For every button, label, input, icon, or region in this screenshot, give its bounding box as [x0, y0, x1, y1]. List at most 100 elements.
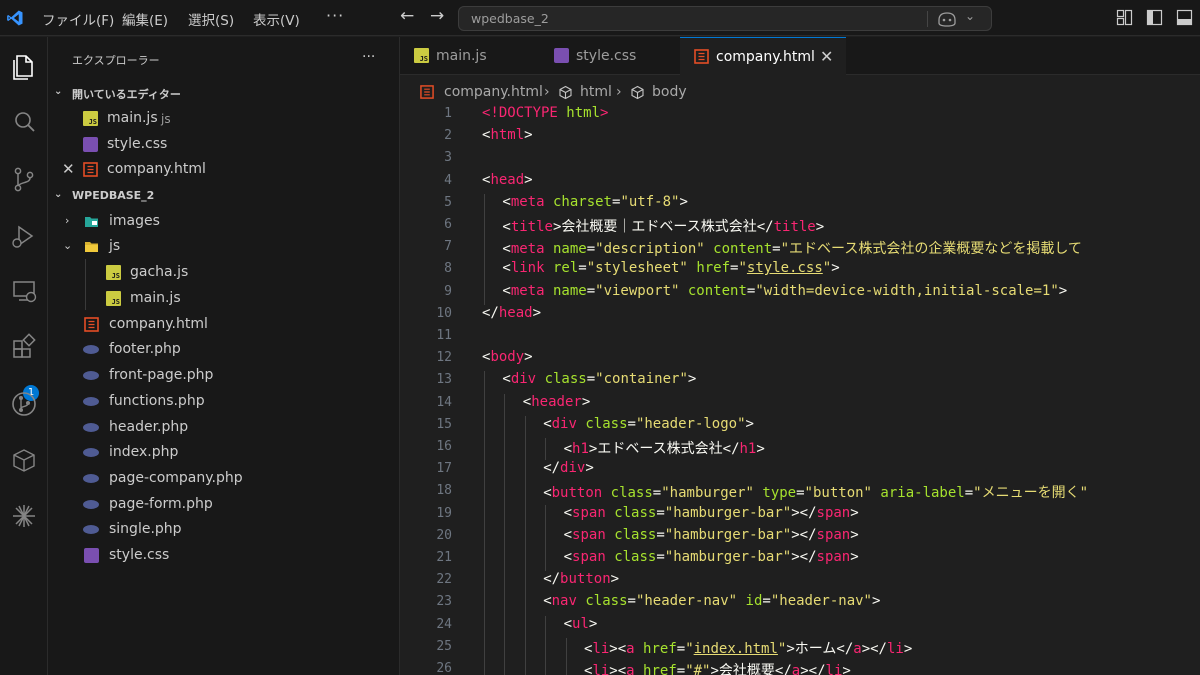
code-line[interactable]: <button class="hamburger" type="button" … [543, 482, 1088, 502]
remote-explorer-icon[interactable] [6, 273, 42, 309]
code-line[interactable]: <link rel="stylesheet" href="style.css"> [502, 260, 839, 276]
code-token: 会社概要｜エドベース株式会社 [561, 219, 757, 235]
open-editor-item[interactable]: style.css [48, 132, 400, 157]
tab-company-html[interactable]: company.html ✕ [680, 37, 846, 75]
code-line[interactable]: <span class="hamburger-bar"></span> [564, 549, 859, 565]
indent-guide [484, 482, 485, 505]
workspace-header[interactable]: ⌄ WPEDBASE_2 [48, 185, 400, 207]
code-line[interactable]: <span class="hamburger-bar"></span> [564, 527, 859, 543]
code-line[interactable]: <meta name="description" content="エドベース株… [502, 238, 1082, 258]
tree-file[interactable]: index.php [48, 440, 400, 465]
packages-icon[interactable] [6, 442, 42, 478]
line-number: 5 [444, 194, 452, 210]
tree-file[interactable]: functions.php [48, 389, 400, 414]
toggle-panel-icon[interactable] [1176, 9, 1193, 26]
code-line[interactable]: <meta name="viewport" content="width=dev… [502, 283, 1067, 299]
line-number: 23 [436, 594, 452, 610]
tree-file[interactable]: JS main.js [48, 286, 400, 311]
menu-edit[interactable]: 編集(E) [122, 9, 168, 29]
html-file-icon [84, 317, 99, 332]
code-line[interactable]: <body> [482, 349, 533, 365]
tree-folder[interactable]: › images [48, 209, 400, 234]
breadcrumb-html[interactable]: html [580, 84, 612, 100]
code-line[interactable]: <li><a href="index.html">ホーム</a></li> [584, 638, 912, 658]
copilot-icon[interactable] [937, 11, 957, 27]
code-token: > [585, 460, 594, 477]
code-line[interactable]: </div> [543, 460, 594, 476]
run-debug-icon[interactable] [6, 218, 42, 254]
code-token: > [600, 105, 609, 121]
code-line[interactable]: </head> [482, 305, 541, 321]
menu-file[interactable]: ファイル(F) [42, 9, 114, 29]
tree-file[interactable]: style.css [48, 543, 400, 568]
menu-more-button[interactable]: ··· [326, 6, 344, 25]
tree-file[interactable]: footer.php [48, 337, 400, 362]
toggle-sidebar-icon[interactable] [1146, 9, 1163, 26]
open-editors-header[interactable]: ⌄ 開いているエディター [48, 82, 400, 104]
tree-file[interactable]: page-company.php [48, 466, 400, 491]
copilot-agent-icon[interactable] [6, 498, 42, 534]
tab-main-js[interactable]: JS main.js [400, 37, 540, 75]
code-token: href [643, 640, 677, 657]
explorer-icon[interactable] [6, 49, 42, 85]
code-line[interactable]: <head> [482, 172, 533, 188]
code-editor[interactable]: 1 <!DOCTYPE html> 2 <html> 3 4 <head> 5 <meta ch… [400, 104, 1200, 675]
code-line[interactable]: <li><a href="#">会社概要</a></li> [584, 660, 851, 675]
breadcrumb-file[interactable]: company.html [444, 84, 543, 100]
code-token: "viewport" [595, 282, 680, 299]
code-line[interactable]: <div class="header-logo"> [543, 416, 754, 432]
close-icon[interactable]: ✕ [62, 160, 75, 178]
php-file-icon [83, 397, 99, 406]
forward-arrow-icon[interactable]: → [430, 6, 444, 26]
open-editor-item[interactable]: ✕ company.html [48, 157, 400, 182]
tree-folder[interactable]: ⌄ js [48, 234, 400, 259]
menu-selection[interactable]: 選択(S) [188, 9, 234, 29]
tree-file[interactable]: JS gacha.js [48, 260, 400, 285]
title-bar: ファイル(F) 編集(E) 選択(S) 表示(V) ··· ← → wpedba… [0, 0, 1200, 36]
code-token: = [656, 504, 665, 521]
customize-layout-icon[interactable] [1116, 9, 1133, 26]
open-editor-item[interactable]: JS main.js js [48, 106, 400, 131]
code-token: title [510, 219, 553, 235]
tree-file[interactable]: front-page.php [48, 363, 400, 388]
code-line[interactable]: </button> [543, 571, 619, 587]
code-line[interactable]: <div class="container"> [502, 371, 696, 387]
indent-guide [545, 526, 547, 549]
menu-view[interactable]: 表示(V) [253, 9, 300, 29]
search-icon[interactable] [6, 104, 42, 140]
breadcrumb-body[interactable]: body [652, 84, 687, 100]
back-arrow-icon[interactable]: ← [400, 6, 414, 26]
line-number: 21 [436, 550, 452, 565]
sidebar-more-button[interactable]: ··· [362, 49, 375, 65]
indent-guide [504, 438, 506, 461]
tree-label: footer.php [109, 341, 181, 357]
code-token: = [762, 593, 771, 610]
code-line[interactable]: <title>会社概要｜エドベース株式会社</title> [502, 216, 824, 236]
code-line[interactable]: <h1>エドベース株式会社</h1> [564, 438, 765, 458]
code-token: < [563, 441, 573, 457]
tree-file[interactable]: page-form.php [48, 492, 400, 517]
code-line[interactable]: <html> [482, 127, 533, 143]
tab-style-css[interactable]: style.css [540, 37, 680, 75]
code-token: class [614, 526, 657, 543]
tree-file[interactable]: header.php [48, 415, 400, 440]
close-icon[interactable]: ✕ [820, 47, 833, 66]
chevron-right-icon: › [65, 214, 70, 227]
code-line[interactable]: <!DOCTYPE html> [482, 105, 608, 121]
code-line[interactable]: <ul> [564, 616, 598, 632]
source-control-icon[interactable] [6, 161, 42, 197]
tree-file[interactable]: company.html [48, 312, 400, 337]
chevron-down-icon[interactable]: ⌄ [965, 9, 975, 23]
command-center-search[interactable]: wpedbase_2 ⌄ [458, 6, 992, 31]
code-line[interactable]: <header> [523, 394, 590, 410]
code-line[interactable]: <meta charset="utf-8"> [502, 194, 688, 210]
code-token: > [850, 504, 859, 521]
extensions-icon[interactable] [6, 329, 42, 365]
code-line[interactable]: <nav class="header-nav" id="header-nav"> [543, 593, 880, 609]
line-number: 8 [444, 261, 452, 277]
tree-file[interactable]: single.php [48, 517, 400, 542]
gitlens-icon[interactable] [6, 386, 42, 422]
code-token: < [502, 371, 511, 388]
code-line[interactable]: <span class="hamburger-bar"></span> [564, 505, 859, 521]
